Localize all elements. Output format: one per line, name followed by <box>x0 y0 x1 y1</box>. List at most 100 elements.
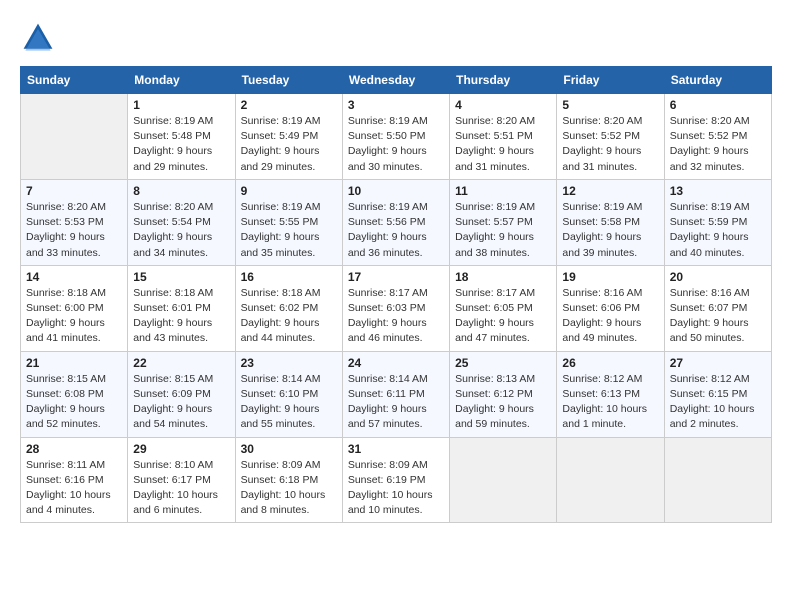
day-info: Sunrise: 8:20 AMSunset: 5:53 PMDaylight:… <box>26 200 122 261</box>
column-header-monday: Monday <box>128 67 235 94</box>
calendar-cell: 23 Sunrise: 8:14 AMSunset: 6:10 PMDayligh… <box>235 351 342 437</box>
calendar-cell: 9 Sunrise: 8:19 AMSunset: 5:55 PMDaylight… <box>235 179 342 265</box>
day-number: 8 <box>133 184 229 198</box>
day-info: Sunrise: 8:15 AMSunset: 6:09 PMDaylight:… <box>133 372 229 433</box>
day-info: Sunrise: 8:10 AMSunset: 6:17 PMDaylight:… <box>133 458 229 519</box>
day-number: 10 <box>348 184 444 198</box>
day-info: Sunrise: 8:20 AMSunset: 5:52 PMDaylight:… <box>670 114 766 175</box>
calendar-cell: 13 Sunrise: 8:19 AMSunset: 5:59 PMDayligh… <box>664 179 771 265</box>
day-info: Sunrise: 8:19 AMSunset: 5:50 PMDaylight:… <box>348 114 444 175</box>
column-header-saturday: Saturday <box>664 67 771 94</box>
day-info: Sunrise: 8:17 AMSunset: 6:05 PMDaylight:… <box>455 286 551 347</box>
day-number: 21 <box>26 356 122 370</box>
day-number: 15 <box>133 270 229 284</box>
week-row-2: 7 Sunrise: 8:20 AMSunset: 5:53 PMDaylight… <box>21 179 772 265</box>
day-number: 13 <box>670 184 766 198</box>
header-row: SundayMondayTuesdayWednesdayThursdayFrid… <box>21 67 772 94</box>
day-number: 9 <box>241 184 337 198</box>
day-number: 31 <box>348 442 444 456</box>
calendar-cell: 19Sunrise: 8:16 AMSunset: 6:06 PMDayligh… <box>557 265 664 351</box>
calendar-cell: 20 Sunrise: 8:16 AMSunset: 6:07 PMDayligh… <box>664 265 771 351</box>
calendar-cell: 15 Sunrise: 8:18 AMSunset: 6:01 PMDayligh… <box>128 265 235 351</box>
day-number: 22 <box>133 356 229 370</box>
calendar-cell: 5 Sunrise: 8:20 AMSunset: 5:52 PMDaylight… <box>557 94 664 180</box>
day-info: Sunrise: 8:13 AMSunset: 6:12 PMDaylight:… <box>455 372 551 433</box>
day-number: 29 <box>133 442 229 456</box>
calendar-cell: 31Sunrise: 8:09 AMSunset: 6:19 PMDayligh… <box>342 437 449 523</box>
calendar-cell: 24 Sunrise: 8:14 AMSunset: 6:11 PMDayligh… <box>342 351 449 437</box>
day-number: 23 <box>241 356 337 370</box>
day-info: Sunrise: 8:14 AMSunset: 6:10 PMDaylight:… <box>241 372 337 433</box>
day-number: 20 <box>670 270 766 284</box>
day-info: Sunrise: 8:19 AMSunset: 5:59 PMDaylight:… <box>670 200 766 261</box>
calendar-cell: 17 Sunrise: 8:17 AMSunset: 6:03 PMDayligh… <box>342 265 449 351</box>
calendar-cell: 1 Sunrise: 8:19 AMSunset: 5:48 PMDaylight… <box>128 94 235 180</box>
day-info: Sunrise: 8:19 AMSunset: 5:49 PMDaylight:… <box>241 114 337 175</box>
day-info: Sunrise: 8:14 AMSunset: 6:11 PMDaylight:… <box>348 372 444 433</box>
calendar-cell: 3 Sunrise: 8:19 AMSunset: 5:50 PMDaylight… <box>342 94 449 180</box>
day-number: 24 <box>348 356 444 370</box>
calendar-cell: 11Sunrise: 8:19 AMSunset: 5:57 PMDayligh… <box>450 179 557 265</box>
day-info: Sunrise: 8:18 AMSunset: 6:00 PMDaylight:… <box>26 286 122 347</box>
column-header-wednesday: Wednesday <box>342 67 449 94</box>
column-header-tuesday: Tuesday <box>235 67 342 94</box>
week-row-4: 21 Sunrise: 8:15 AMSunset: 6:08 PMDayligh… <box>21 351 772 437</box>
calendar-cell: 16 Sunrise: 8:18 AMSunset: 6:02 PMDayligh… <box>235 265 342 351</box>
calendar-cell: 12 Sunrise: 8:19 AMSunset: 5:58 PMDayligh… <box>557 179 664 265</box>
day-number: 3 <box>348 98 444 112</box>
day-info: Sunrise: 8:09 AMSunset: 6:18 PMDaylight:… <box>241 458 337 519</box>
calendar-cell <box>21 94 128 180</box>
day-info: Sunrise: 8:20 AMSunset: 5:54 PMDaylight:… <box>133 200 229 261</box>
calendar-cell: 10 Sunrise: 8:19 AMSunset: 5:56 PMDayligh… <box>342 179 449 265</box>
day-number: 6 <box>670 98 766 112</box>
calendar-cell <box>450 437 557 523</box>
day-info: Sunrise: 8:20 AMSunset: 5:52 PMDaylight:… <box>562 114 658 175</box>
day-number: 30 <box>241 442 337 456</box>
calendar-cell: 25 Sunrise: 8:13 AMSunset: 6:12 PMDayligh… <box>450 351 557 437</box>
day-number: 11 <box>455 184 551 198</box>
day-info: Sunrise: 8:16 AMSunset: 6:07 PMDaylight:… <box>670 286 766 347</box>
day-info: Sunrise: 8:12 AMSunset: 6:15 PMDaylight:… <box>670 372 766 433</box>
column-header-thursday: Thursday <box>450 67 557 94</box>
day-number: 14 <box>26 270 122 284</box>
day-number: 1 <box>133 98 229 112</box>
day-number: 2 <box>241 98 337 112</box>
day-info: Sunrise: 8:11 AMSunset: 6:16 PMDaylight:… <box>26 458 122 519</box>
day-info: Sunrise: 8:19 AMSunset: 5:55 PMDaylight:… <box>241 200 337 261</box>
calendar-cell: 4Sunrise: 8:20 AMSunset: 5:51 PMDaylight… <box>450 94 557 180</box>
day-info: Sunrise: 8:15 AMSunset: 6:08 PMDaylight:… <box>26 372 122 433</box>
day-number: 19 <box>562 270 658 284</box>
calendar-cell: 7 Sunrise: 8:20 AMSunset: 5:53 PMDaylight… <box>21 179 128 265</box>
day-number: 18 <box>455 270 551 284</box>
day-info: Sunrise: 8:18 AMSunset: 6:01 PMDaylight:… <box>133 286 229 347</box>
calendar-cell <box>557 437 664 523</box>
day-info: Sunrise: 8:12 AMSunset: 6:13 PMDaylight:… <box>562 372 658 433</box>
day-info: Sunrise: 8:19 AMSunset: 5:58 PMDaylight:… <box>562 200 658 261</box>
day-number: 7 <box>26 184 122 198</box>
day-info: Sunrise: 8:18 AMSunset: 6:02 PMDaylight:… <box>241 286 337 347</box>
calendar-cell <box>664 437 771 523</box>
calendar-body: 1 Sunrise: 8:19 AMSunset: 5:48 PMDaylight… <box>21 94 772 523</box>
calendar-cell: 8 Sunrise: 8:20 AMSunset: 5:54 PMDaylight… <box>128 179 235 265</box>
day-number: 25 <box>455 356 551 370</box>
column-header-friday: Friday <box>557 67 664 94</box>
calendar-cell: 21 Sunrise: 8:15 AMSunset: 6:08 PMDayligh… <box>21 351 128 437</box>
day-number: 4 <box>455 98 551 112</box>
day-number: 28 <box>26 442 122 456</box>
day-info: Sunrise: 8:17 AMSunset: 6:03 PMDaylight:… <box>348 286 444 347</box>
day-info: Sunrise: 8:19 AMSunset: 5:48 PMDaylight:… <box>133 114 229 175</box>
day-info: Sunrise: 8:19 AMSunset: 5:56 PMDaylight:… <box>348 200 444 261</box>
day-number: 5 <box>562 98 658 112</box>
calendar-cell: 29 Sunrise: 8:10 AMSunset: 6:17 PMDayligh… <box>128 437 235 523</box>
calendar-cell: 28 Sunrise: 8:11 AMSunset: 6:16 PMDayligh… <box>21 437 128 523</box>
calendar-cell: 18 Sunrise: 8:17 AMSunset: 6:05 PMDayligh… <box>450 265 557 351</box>
calendar-cell: 27Sunrise: 8:12 AMSunset: 6:15 PMDayligh… <box>664 351 771 437</box>
day-number: 12 <box>562 184 658 198</box>
calendar-cell: 26 Sunrise: 8:12 AMSunset: 6:13 PMDayligh… <box>557 351 664 437</box>
day-number: 16 <box>241 270 337 284</box>
calendar-cell: 2 Sunrise: 8:19 AMSunset: 5:49 PMDaylight… <box>235 94 342 180</box>
day-number: 26 <box>562 356 658 370</box>
week-row-1: 1 Sunrise: 8:19 AMSunset: 5:48 PMDaylight… <box>21 94 772 180</box>
logo <box>20 20 60 56</box>
day-number: 17 <box>348 270 444 284</box>
